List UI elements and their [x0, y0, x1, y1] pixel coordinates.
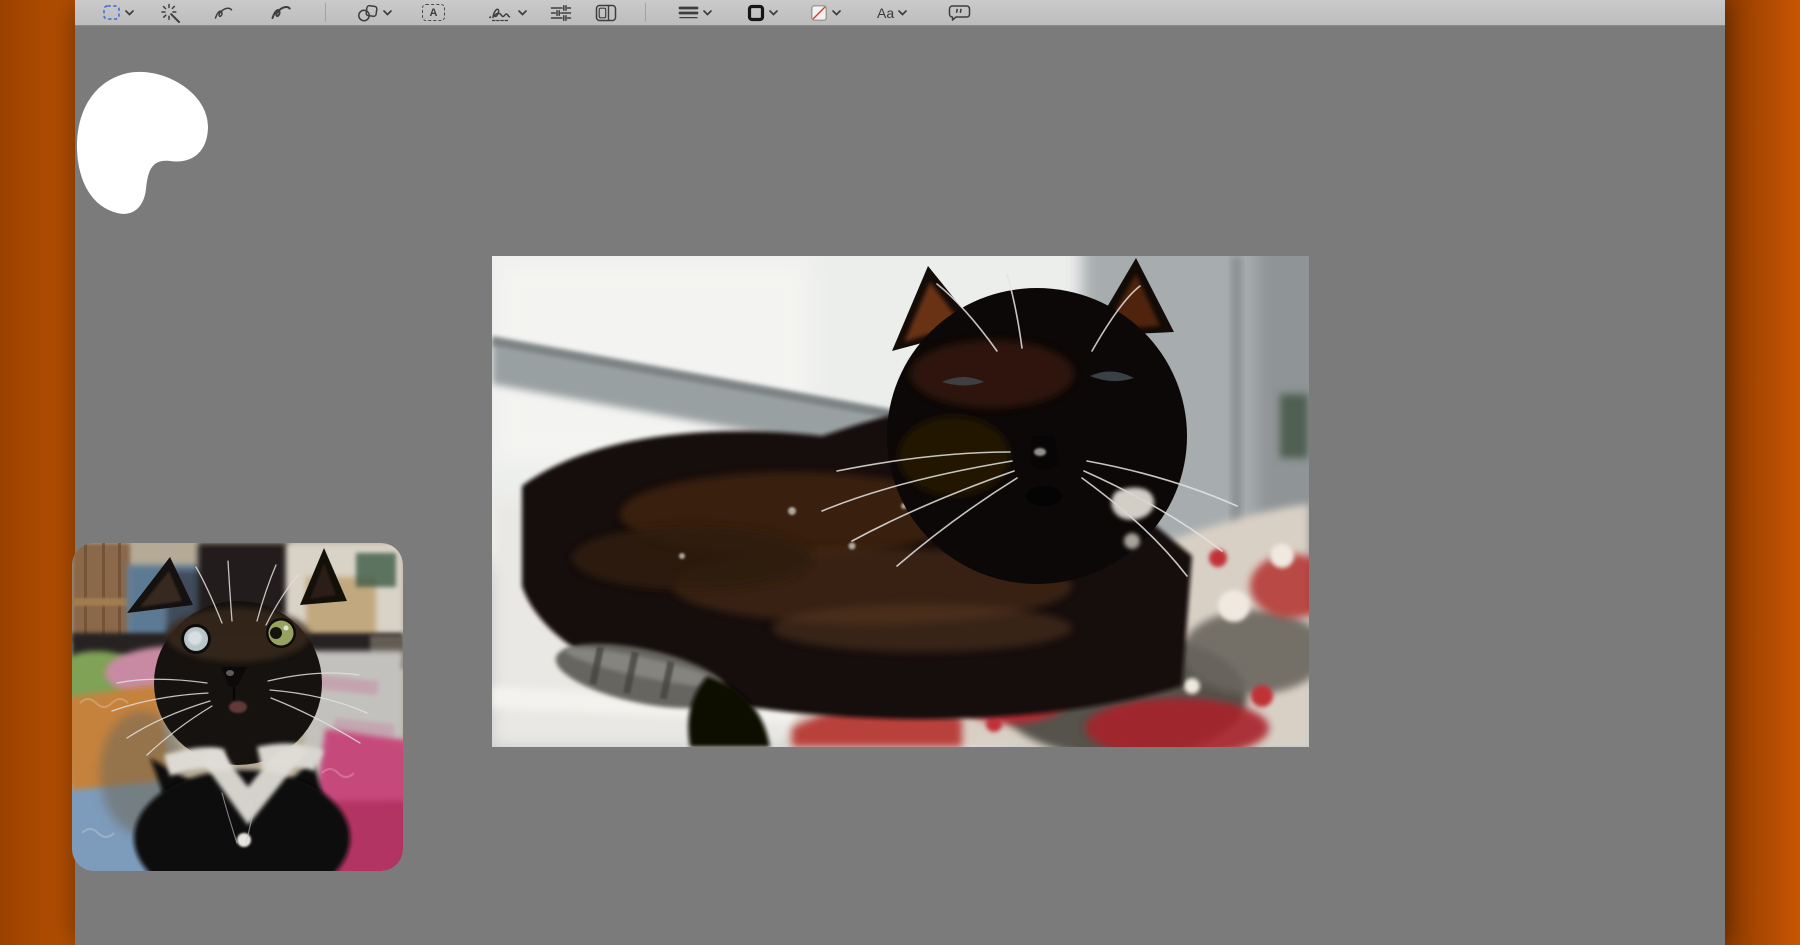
- desktop-wallpaper-left: [0, 0, 75, 945]
- small-cat-photo[interactable]: [72, 543, 403, 871]
- fill-color-tool-button[interactable]: [810, 0, 841, 25]
- signature-icon: [488, 4, 514, 22]
- preview-window: A: [75, 0, 1725, 945]
- large-cat-photo[interactable]: [492, 256, 1309, 747]
- selection-tool-button[interactable]: [102, 0, 134, 25]
- desktop-wallpaper-right: [1725, 0, 1800, 945]
- draw-tool-button[interactable]: [271, 0, 291, 25]
- markup-toolbar: A: [75, 0, 1725, 26]
- shapes-icon: [357, 4, 379, 22]
- toolbar-divider: [645, 3, 646, 22]
- shapes-tool-button[interactable]: [357, 0, 392, 25]
- sketch-squiggle-icon: [214, 5, 233, 21]
- chevron-down-icon: [832, 10, 841, 16]
- annotate-tool-button[interactable]: [948, 0, 971, 25]
- text-tool-button[interactable]: A: [422, 0, 445, 25]
- white-blob-annotation[interactable]: [76, 70, 212, 218]
- chevron-down-icon: [898, 10, 907, 16]
- adjust-tool-button[interactable]: [550, 0, 572, 25]
- sketch-tool-button[interactable]: [214, 0, 233, 25]
- text-style-icon: Aa: [877, 5, 894, 21]
- document-canvas: [75, 26, 1725, 945]
- magic-wand-icon: [161, 3, 182, 23]
- text-style-tool-button[interactable]: Aa: [877, 0, 907, 25]
- sliders-icon: [550, 4, 572, 22]
- chevron-down-icon: [518, 10, 527, 16]
- text-box-icon: A: [422, 4, 445, 21]
- chevron-down-icon: [703, 10, 712, 16]
- chevron-down-icon: [383, 10, 392, 16]
- line-weight-icon: [678, 5, 699, 21]
- shape-style-tool-button[interactable]: [678, 0, 712, 25]
- chevron-down-icon: [125, 10, 134, 16]
- text-tool-label: A: [430, 7, 438, 19]
- chevron-down-icon: [769, 10, 778, 16]
- crop-tool-button[interactable]: [595, 0, 617, 25]
- sign-tool-button[interactable]: [488, 0, 527, 25]
- dashed-selection-rect-icon: [102, 4, 121, 21]
- instant-alpha-tool-button[interactable]: [161, 0, 182, 25]
- draw-squiggle-icon: [271, 4, 291, 21]
- speech-bubble-icon: [948, 4, 971, 22]
- border-color-swatch-icon: [747, 4, 765, 22]
- fill-color-swatch-icon: [810, 4, 828, 22]
- toolbar-divider: [325, 3, 326, 22]
- crop-frame-icon: [595, 4, 617, 22]
- border-color-tool-button[interactable]: [747, 0, 778, 25]
